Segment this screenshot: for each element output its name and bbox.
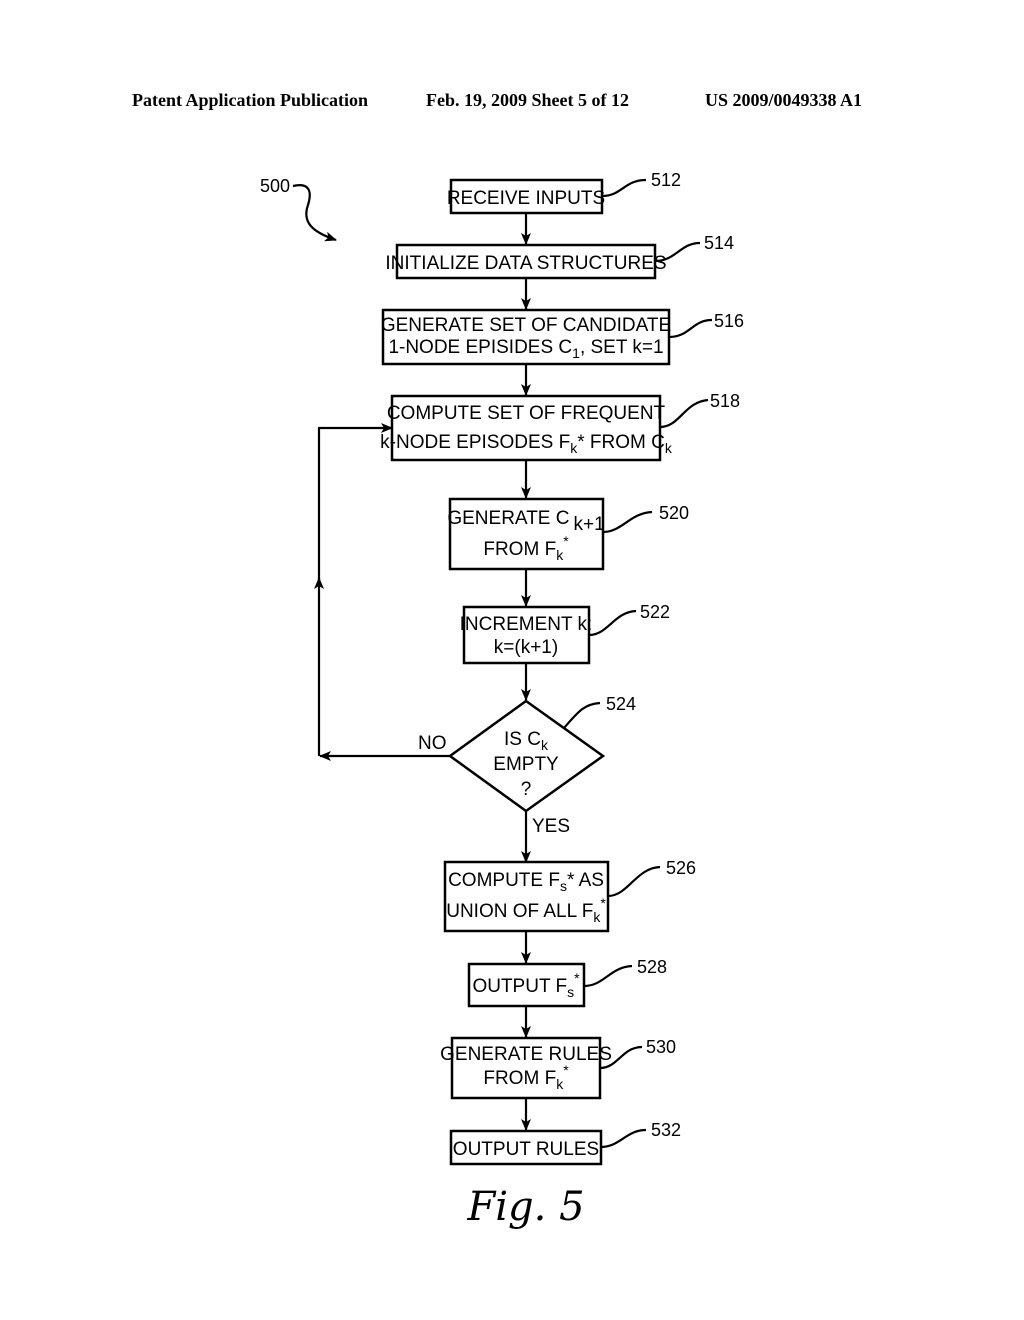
step-512-receive-inputs: RECEIVE INPUTS	[447, 178, 605, 215]
figure-ref-arrow	[292, 184, 337, 242]
step-516-generate-candidates: GENERATE SET OF CANDIDATE 1-NODE EPISIDE…	[381, 308, 671, 366]
ref-528: 528	[637, 957, 667, 977]
step-522-increment: INCREMENT k: k=(k+1)	[460, 605, 593, 665]
svg-text:OUTPUT RULES: OUTPUT RULES	[453, 1139, 599, 1160]
figure-ref: 500	[260, 176, 290, 196]
step-530-generate-rules: GENERATE RULES FROM Fk*	[440, 1036, 612, 1100]
ref-512: 512	[651, 170, 681, 190]
branch-no-label: NO	[418, 733, 447, 754]
svg-text:COMPUTE Fs* AS: COMPUTE Fs* AS	[448, 870, 604, 894]
step-518-compute-frequent: COMPUTE SET OF FREQUENT k-NODE EPISODES …	[380, 394, 673, 462]
step-532-output-rules: OUTPUT RULES	[449, 1129, 603, 1166]
ref-516: 516	[714, 311, 744, 331]
svg-text:GENERATE RULES: GENERATE RULES	[440, 1044, 612, 1065]
svg-text:INCREMENT k:: INCREMENT k:	[460, 614, 593, 635]
svg-text:?: ?	[521, 779, 532, 800]
svg-text:GENERATE SET OF CANDIDATE: GENERATE SET OF CANDIDATE	[381, 315, 671, 336]
ref-514: 514	[704, 233, 734, 253]
svg-text:RECEIVE INPUTS: RECEIVE INPUTS	[447, 188, 605, 209]
step-524-decision: IS Ck EMPTY ?	[447, 699, 606, 813]
step-514-initialize: INITIALIZE DATA STRUCTURES	[385, 243, 667, 280]
svg-text:EMPTY: EMPTY	[493, 754, 559, 775]
ref-530: 530	[646, 1037, 676, 1057]
figure-caption: Fig. 5	[466, 1184, 584, 1230]
svg-text:k-NODE EPISODES Fk* FROM Ck: k-NODE EPISODES Fk* FROM Ck	[380, 432, 673, 456]
flowchart: 500 NO YES RECEIVE INPUTS INITIALIZE DAT…	[260, 170, 744, 1230]
no-loop	[314, 423, 450, 761]
step-528-output-fs: OUTPUT Fs*	[467, 962, 586, 1008]
svg-text:1-NODE EPISIDES C1, SET k=1: 1-NODE EPISIDES C1, SET k=1	[388, 337, 663, 361]
ref-518: 518	[710, 391, 740, 411]
ref-522: 522	[640, 602, 670, 622]
ref-526: 526	[666, 858, 696, 878]
branch-yes-label: YES	[532, 816, 570, 837]
ref-532: 532	[651, 1120, 681, 1140]
ref-524: 524	[606, 694, 636, 714]
step-520-generate-next: GENERATE Ck+1 FROM Fk*	[447, 497, 605, 571]
svg-text:k=(k+1): k=(k+1)	[494, 637, 558, 658]
svg-text:INITIALIZE DATA STRUCTURES: INITIALIZE DATA STRUCTURES	[385, 253, 666, 274]
ref-520: 520	[659, 503, 689, 523]
svg-text:COMPUTE SET OF FREQUENT: COMPUTE SET OF FREQUENT	[387, 403, 666, 424]
step-526-union: COMPUTE Fs* AS UNION OF ALL Fk*	[443, 860, 610, 933]
